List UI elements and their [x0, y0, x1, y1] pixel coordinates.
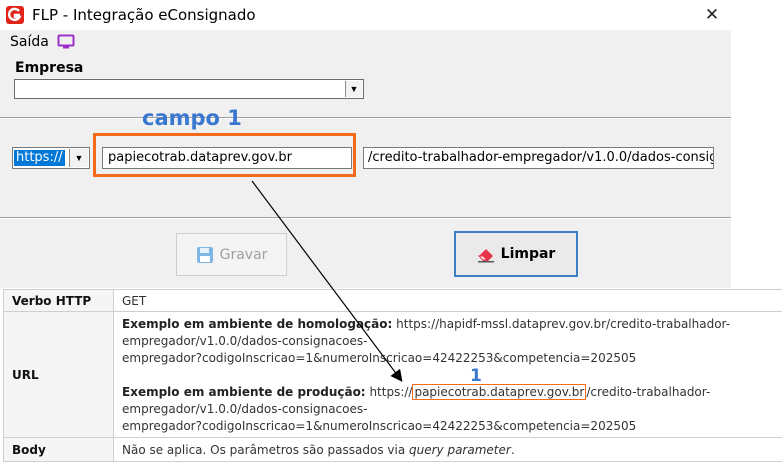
- arrow-line: [252, 181, 401, 380]
- annotation-arrow: [0, 0, 782, 457]
